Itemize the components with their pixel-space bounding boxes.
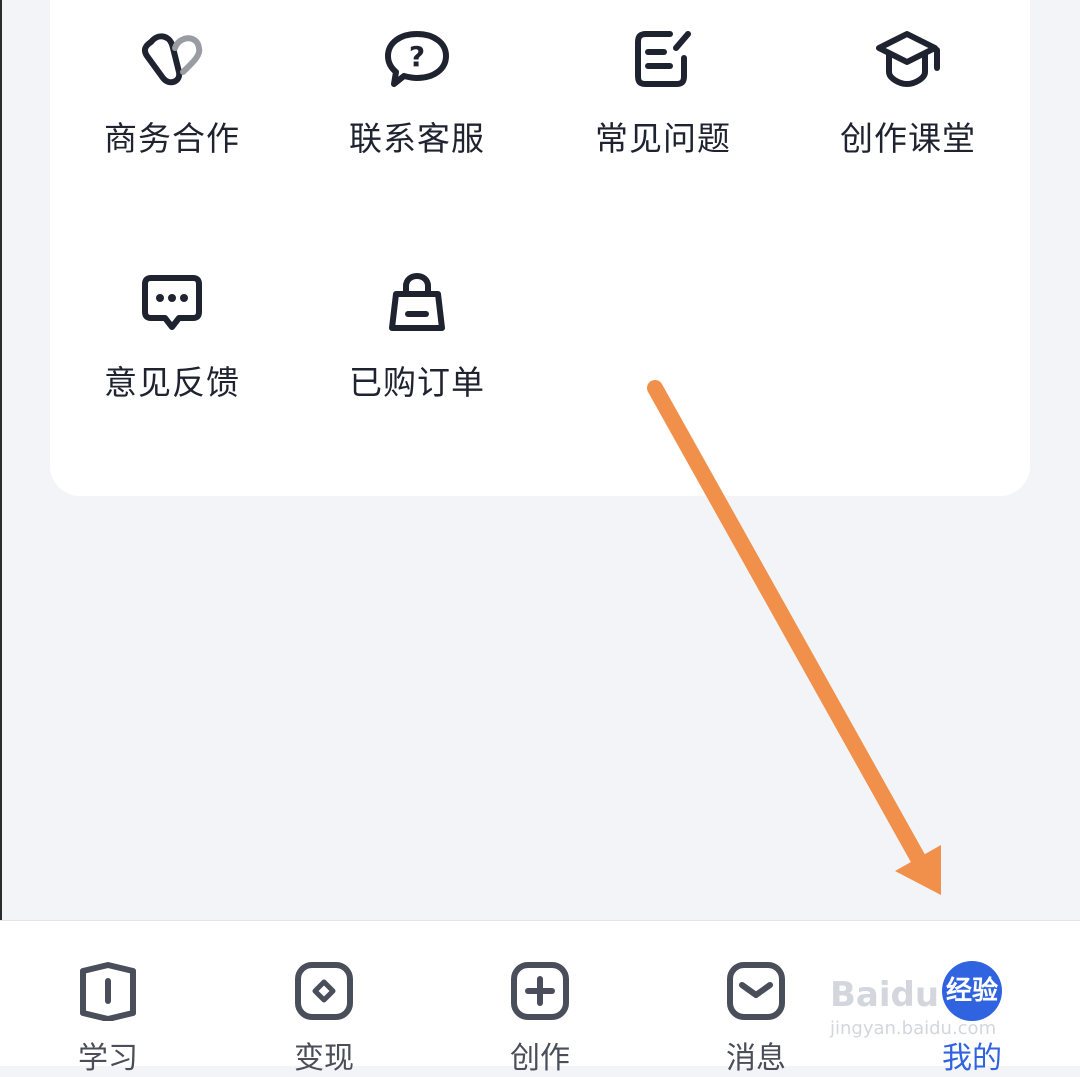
tab-label: 我的: [942, 1041, 1002, 1076]
tab-messages[interactable]: 消息: [686, 921, 826, 1076]
annotation-arrow: [647, 380, 941, 895]
baidu-watermark: Baidu: [830, 975, 940, 1015]
mail-icon: [727, 962, 785, 1020]
tab-label: 消息: [726, 1041, 786, 1076]
tab-label: 变现: [294, 1041, 354, 1076]
tab-label: 学习: [78, 1041, 138, 1076]
book-icon: [80, 962, 136, 1021]
tab-label: 创作: [510, 1041, 570, 1076]
plus-square-icon: [511, 962, 569, 1020]
tab-create[interactable]: 创作: [470, 921, 610, 1076]
profile-icon: 经验: [942, 961, 1002, 1021]
tab-monetize[interactable]: 变现: [254, 921, 394, 1076]
tab-learn[interactable]: 学习: [38, 921, 178, 1076]
coin-icon: [295, 962, 353, 1020]
baidu-watermark-url: jingyan.baidu.com: [830, 1018, 997, 1039]
